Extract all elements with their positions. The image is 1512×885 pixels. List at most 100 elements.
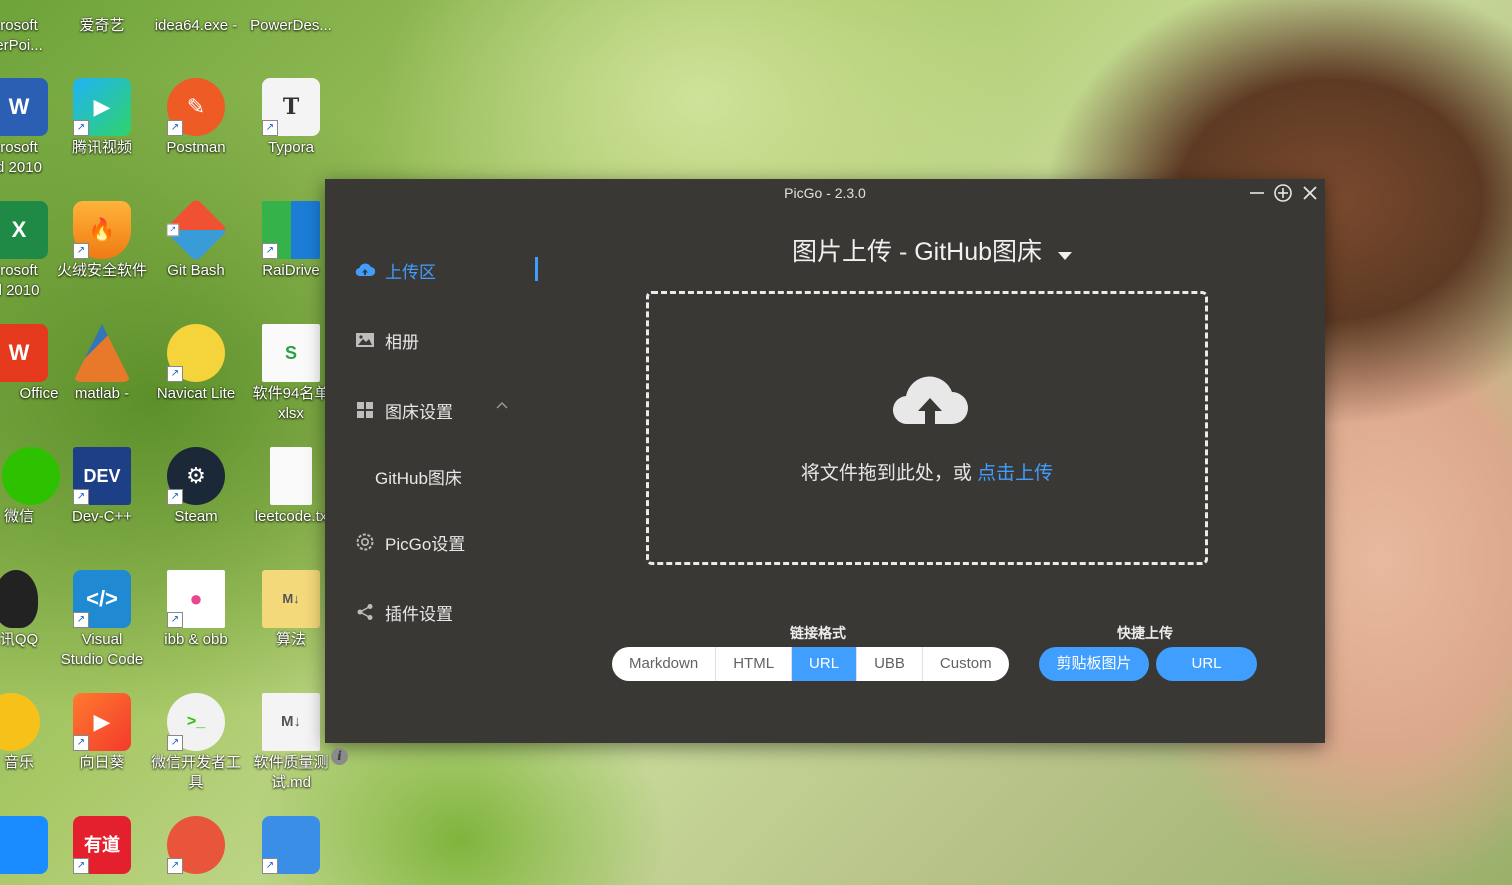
dev-cpp-icon: DEV ↗ bbox=[73, 447, 131, 505]
desktop-icon-label: leetcode.tx bbox=[254, 508, 328, 525]
desktop-icon-label: matlab - bbox=[74, 385, 130, 402]
desktop-icon-huorong[interactable]: 🔥 ↗ 火绒安全软件 bbox=[55, 201, 149, 281]
link-format-label: 链接格式 bbox=[790, 625, 846, 641]
page-title[interactable]: 图片上传 - GitHub图床 bbox=[540, 235, 1325, 269]
git-bash-icon: ↗ bbox=[164, 198, 228, 262]
desktop-icon-algorithm[interactable]: M↓ 算法 bbox=[244, 570, 338, 650]
sidebar-item-picgo-settings[interactable]: PicGo设置 bbox=[355, 530, 465, 554]
desktop-icon-label: Postman bbox=[166, 139, 226, 156]
desktop-icon-label: 软件质量测 试.md bbox=[253, 754, 329, 791]
desktop-icon-partial-4[interactable]: ↗ bbox=[244, 816, 338, 876]
desktop-icon-navicat[interactable]: ↗ Navicat Lite bbox=[149, 324, 243, 404]
desktop-icon-steam[interactable]: ⚙ ↗ Steam bbox=[149, 447, 243, 527]
desktop-icon-label: 腾讯视频 bbox=[71, 139, 132, 156]
sidebar-item-label: 插件设置 bbox=[385, 604, 453, 624]
xshell-icon: ↗ bbox=[167, 816, 225, 874]
sunflower-icon: ▶ ↗ bbox=[73, 693, 131, 751]
desktop-icon-git-bash[interactable]: ↗ Git Bash bbox=[149, 198, 243, 281]
caret-down-icon bbox=[1057, 236, 1073, 270]
desktop-icon-leetcode[interactable]: leetcode.tx bbox=[244, 447, 338, 527]
upload-panel: 图片上传 - GitHub图床 将文件拖到此处，或 点击上传 链接格式 快捷上传… bbox=[540, 207, 1325, 743]
desktop-icon-typora[interactable]: T ↗ Typora bbox=[244, 78, 338, 158]
word-icon: W bbox=[0, 78, 48, 136]
desktop-icon-label: Dev-C++ bbox=[71, 508, 133, 525]
desktop-icon-iqiyi[interactable]: 爱奇艺 bbox=[55, 16, 149, 36]
desktop-icon-label: RaiDrive bbox=[262, 262, 320, 279]
desktop-icon-wechat-devtools[interactable]: >_ ↗ 微信开发者工 具 bbox=[149, 693, 243, 793]
minimize-icon bbox=[1250, 192, 1264, 194]
sidebar-item-gallery[interactable]: 相册 bbox=[355, 328, 419, 352]
sidebar-item-plugin-settings[interactable]: 插件设置 bbox=[355, 600, 453, 624]
spreadsheet-file-icon: S bbox=[262, 324, 320, 382]
picgo-window: PicGo - 2.3.0 上传区 相册 图床设置 GitHub图床 PicGo… bbox=[325, 179, 1325, 765]
drop-instructions: 将文件拖到此处，或 点击上传 bbox=[649, 458, 1205, 485]
cloud-upload-large-icon bbox=[892, 368, 968, 428]
huorong-icon: 🔥 ↗ bbox=[73, 201, 131, 259]
format-option-html[interactable]: HTML bbox=[716, 647, 793, 681]
window-title: PicGo - 2.3.0 bbox=[784, 185, 866, 201]
minimize-button[interactable] bbox=[1247, 183, 1267, 203]
url-upload-button[interactable]: URL bbox=[1156, 647, 1257, 681]
markdown-file-icon: M↓ bbox=[262, 693, 320, 751]
desktop-icon-label: ibb & obb bbox=[164, 631, 228, 648]
share-icon bbox=[355, 602, 375, 622]
desktop-icon-partial-3[interactable]: ↗ bbox=[149, 816, 243, 876]
app-icon bbox=[0, 816, 48, 874]
desktop-icon-matlab[interactable]: matlab - bbox=[55, 324, 149, 404]
format-option-url[interactable]: URL bbox=[792, 647, 858, 681]
desktop-icon-partial-2[interactable]: 有道 ↗ bbox=[55, 816, 149, 876]
desktop-icon-vscode[interactable]: </> ↗ Visual Studio Code bbox=[55, 570, 149, 670]
sidebar-item-label: 相册 bbox=[385, 332, 419, 352]
chevron-up-icon bbox=[495, 398, 509, 418]
sidebar-item-github-picbed[interactable]: GitHub图床 bbox=[375, 464, 462, 488]
desktop-icon-label: Git Bash bbox=[167, 262, 225, 279]
format-option-markdown[interactable]: Markdown bbox=[612, 647, 717, 681]
matlab-icon bbox=[73, 324, 131, 382]
vscode-icon: </> ↗ bbox=[73, 570, 131, 628]
desktop-icon-label: 算法 bbox=[275, 631, 306, 648]
excel-icon: X bbox=[0, 201, 48, 259]
format-option-custom[interactable]: Custom bbox=[923, 647, 1009, 681]
text-file-icon bbox=[270, 447, 312, 505]
desktop-icon-label: 软件94名单 xlsx bbox=[252, 385, 330, 422]
clipboard-upload-button[interactable]: 剪贴板图片 bbox=[1039, 647, 1149, 681]
click-upload-link[interactable]: 点击上传 bbox=[977, 463, 1053, 484]
maximize-button[interactable] bbox=[1273, 183, 1293, 203]
drop-text: 将文件拖到此处，或 bbox=[800, 463, 972, 484]
cloud-upload-icon bbox=[355, 260, 375, 280]
gear-icon bbox=[355, 532, 375, 552]
desktop-icon-label: Visual Studio Code bbox=[60, 631, 144, 668]
sidebar-item-upload[interactable]: 上传区 bbox=[355, 258, 436, 282]
desktop-icon-sunflower[interactable]: ▶ ↗ 向日葵 bbox=[55, 693, 149, 773]
tencent-video-icon: ▶ ↗ bbox=[73, 78, 131, 136]
drop-zone[interactable]: 将文件拖到此处，或 点击上传 bbox=[646, 291, 1208, 565]
ibb-obb-icon: ● ↗ bbox=[167, 570, 225, 628]
active-indicator bbox=[535, 257, 538, 281]
desktop-icon-quality-md[interactable]: M↓ 软件质量测 试.md bbox=[244, 693, 338, 793]
music-icon bbox=[0, 693, 40, 751]
desktop-icon-ibb-obb[interactable]: ● ↗ ibb & obb bbox=[149, 570, 243, 650]
format-option-ubb[interactable]: UBB bbox=[857, 647, 923, 681]
picgo-app-icon: ↗ bbox=[262, 816, 320, 874]
desktop-icon-label: PowerDes... bbox=[250, 17, 332, 34]
link-format-selector: Markdown HTML URL UBB Custom bbox=[612, 647, 1009, 681]
picture-icon bbox=[355, 330, 375, 350]
raidrive-icon: ↗ bbox=[262, 201, 320, 259]
page-title-text: 图片上传 - GitHub图床 bbox=[792, 238, 1043, 266]
info-icon[interactable]: i bbox=[331, 748, 348, 765]
title-bar[interactable]: PicGo - 2.3.0 bbox=[325, 179, 1325, 207]
close-button[interactable] bbox=[1300, 183, 1320, 203]
sidebar-item-label: 图床设置 bbox=[385, 402, 453, 422]
sidebar-item-picbed-settings[interactable]: 图床设置 bbox=[355, 398, 515, 422]
desktop-icon-idea[interactable]: idea64.exe - bbox=[149, 16, 243, 36]
desktop-icon-tencent-video[interactable]: ▶ ↗ 腾讯视频 bbox=[55, 78, 149, 158]
desktop-icon-powerdesigner[interactable]: PowerDes... bbox=[244, 16, 338, 36]
desktop-icon-label: Navicat Lite bbox=[156, 385, 236, 402]
desktop-icon-raidrive[interactable]: ↗ RaiDrive bbox=[244, 201, 338, 281]
folder-icon: M↓ bbox=[262, 570, 320, 628]
close-icon bbox=[1303, 186, 1317, 200]
quick-upload-label: 快捷上传 bbox=[1117, 625, 1173, 641]
desktop-icon-postman[interactable]: ✎ ↗ Postman bbox=[149, 78, 243, 158]
desktop-icon-spreadsheet[interactable]: S 软件94名单 xlsx bbox=[244, 324, 338, 424]
desktop-icon-dev-cpp[interactable]: DEV ↗ Dev-C++ bbox=[55, 447, 149, 527]
